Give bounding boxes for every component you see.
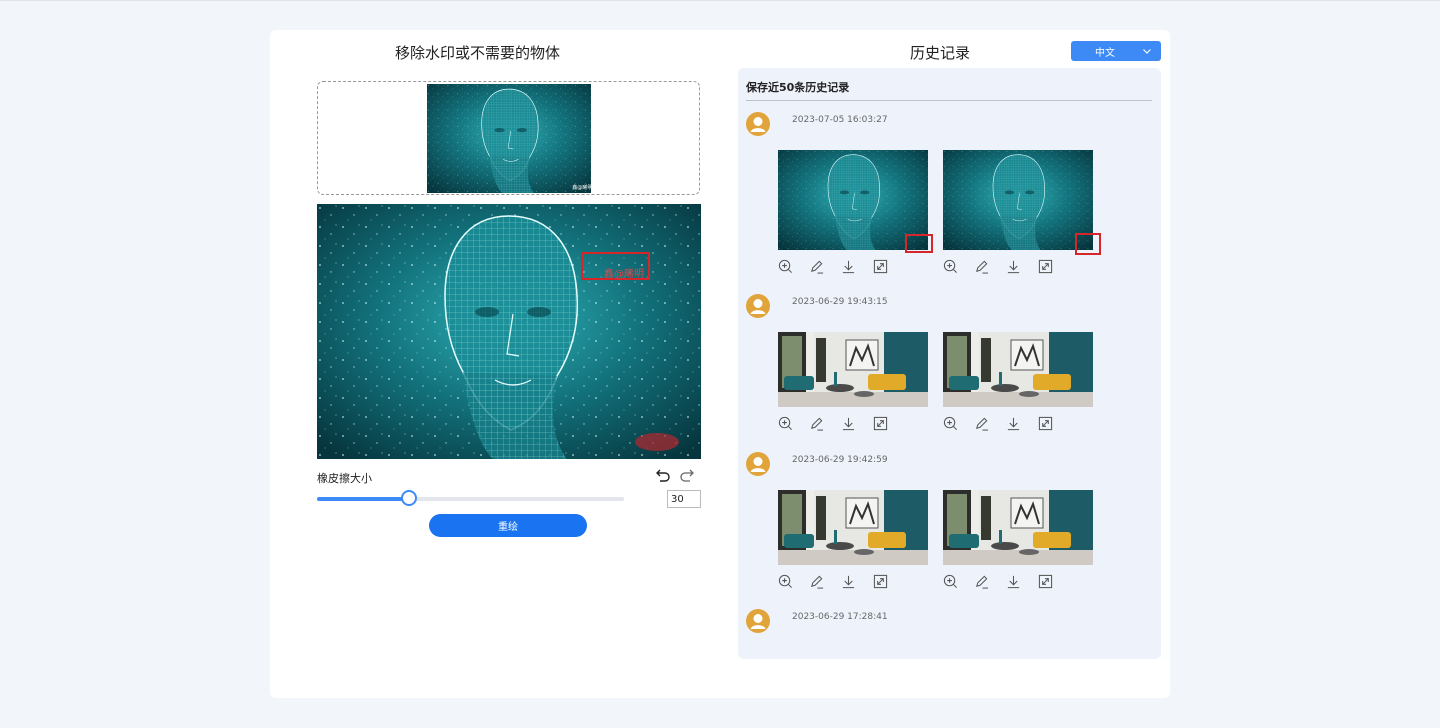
slider-fill	[317, 497, 409, 501]
download-icon[interactable]	[1006, 259, 1021, 274]
zoom-in-icon[interactable]	[943, 574, 958, 589]
history-image-original[interactable]	[778, 490, 928, 565]
history-divider	[746, 100, 1152, 101]
history-image-original[interactable]	[778, 332, 928, 407]
download-icon[interactable]	[1006, 416, 1021, 431]
chevron-down-icon	[1142, 46, 1152, 56]
slider-handle[interactable]	[401, 490, 417, 506]
expand-icon[interactable]	[1038, 574, 1053, 589]
watermark-marker	[1075, 233, 1101, 255]
history-title: 历史记录	[910, 42, 970, 63]
image-toolbar	[943, 259, 1063, 275]
editing-canvas[interactable]	[317, 204, 701, 459]
avatar-icon	[746, 294, 770, 318]
entry-timestamp: 2023-07-05 16:03:27	[792, 115, 888, 125]
zoom-in-icon[interactable]	[778, 574, 793, 589]
zoom-in-icon[interactable]	[943, 259, 958, 274]
avatar-icon	[746, 112, 770, 136]
edit-icon[interactable]	[974, 259, 989, 274]
image-toolbar	[943, 416, 1063, 432]
download-icon[interactable]	[841, 574, 856, 589]
expand-icon[interactable]	[873, 416, 888, 431]
source-image-thumbnail: 鑫@晞明	[427, 84, 591, 193]
download-icon[interactable]	[841, 259, 856, 274]
svg-text:鑫@晞明: 鑫@晞明	[572, 184, 591, 191]
edit-icon[interactable]	[809, 259, 824, 274]
upload-dropzone[interactable]: 鑫@晞明	[317, 81, 700, 195]
edit-icon[interactable]	[974, 574, 989, 589]
main-card: 移除水印或不需要的物体 鑫@晞明 鑫@晞明 橡皮擦大小 重绘 历史记录 中文 保	[270, 30, 1170, 698]
expand-icon[interactable]	[1038, 259, 1053, 274]
language-select[interactable]: 中文	[1071, 41, 1161, 61]
zoom-in-icon[interactable]	[943, 416, 958, 431]
redraw-button[interactable]: 重绘	[429, 514, 587, 537]
image-toolbar	[778, 259, 898, 275]
download-icon[interactable]	[1006, 574, 1021, 589]
history-image-result[interactable]	[943, 150, 1093, 250]
eraser-size-slider[interactable]	[317, 497, 624, 501]
top-divider	[0, 0, 1440, 1]
editor-title: 移除水印或不需要的物体	[370, 42, 585, 63]
expand-icon[interactable]	[873, 574, 888, 589]
language-value: 中文	[1095, 44, 1115, 59]
undo-icon[interactable]	[655, 467, 671, 483]
zoom-in-icon[interactable]	[778, 259, 793, 274]
zoom-in-icon[interactable]	[778, 416, 793, 431]
entry-timestamp: 2023-06-29 17:28:41	[792, 612, 888, 622]
expand-icon[interactable]	[1038, 416, 1053, 431]
history-subtitle: 保存近50条历史记录	[746, 79, 849, 95]
entry-timestamp: 2023-06-29 19:43:15	[792, 297, 888, 307]
watermark-marker	[905, 234, 933, 253]
image-toolbar	[778, 574, 898, 590]
image-toolbar	[943, 574, 1063, 590]
avatar-icon	[746, 609, 770, 633]
redo-icon[interactable]	[679, 467, 695, 483]
history-image-result[interactable]	[943, 332, 1093, 407]
image-toolbar	[778, 416, 898, 432]
expand-icon[interactable]	[873, 259, 888, 274]
eraser-size-label: 橡皮擦大小	[317, 470, 372, 486]
avatar-icon	[746, 452, 770, 476]
edit-icon[interactable]	[974, 416, 989, 431]
edit-icon[interactable]	[809, 416, 824, 431]
history-panel: 保存近50条历史记录 2023-07-05 16:03:27	[738, 68, 1161, 659]
eraser-size-input[interactable]	[667, 490, 701, 508]
edit-icon[interactable]	[809, 574, 824, 589]
history-image-result[interactable]	[943, 490, 1093, 565]
entry-timestamp: 2023-06-29 19:42:59	[792, 455, 888, 465]
download-icon[interactable]	[841, 416, 856, 431]
watermark-text: 鑫@晞明	[604, 265, 644, 280]
